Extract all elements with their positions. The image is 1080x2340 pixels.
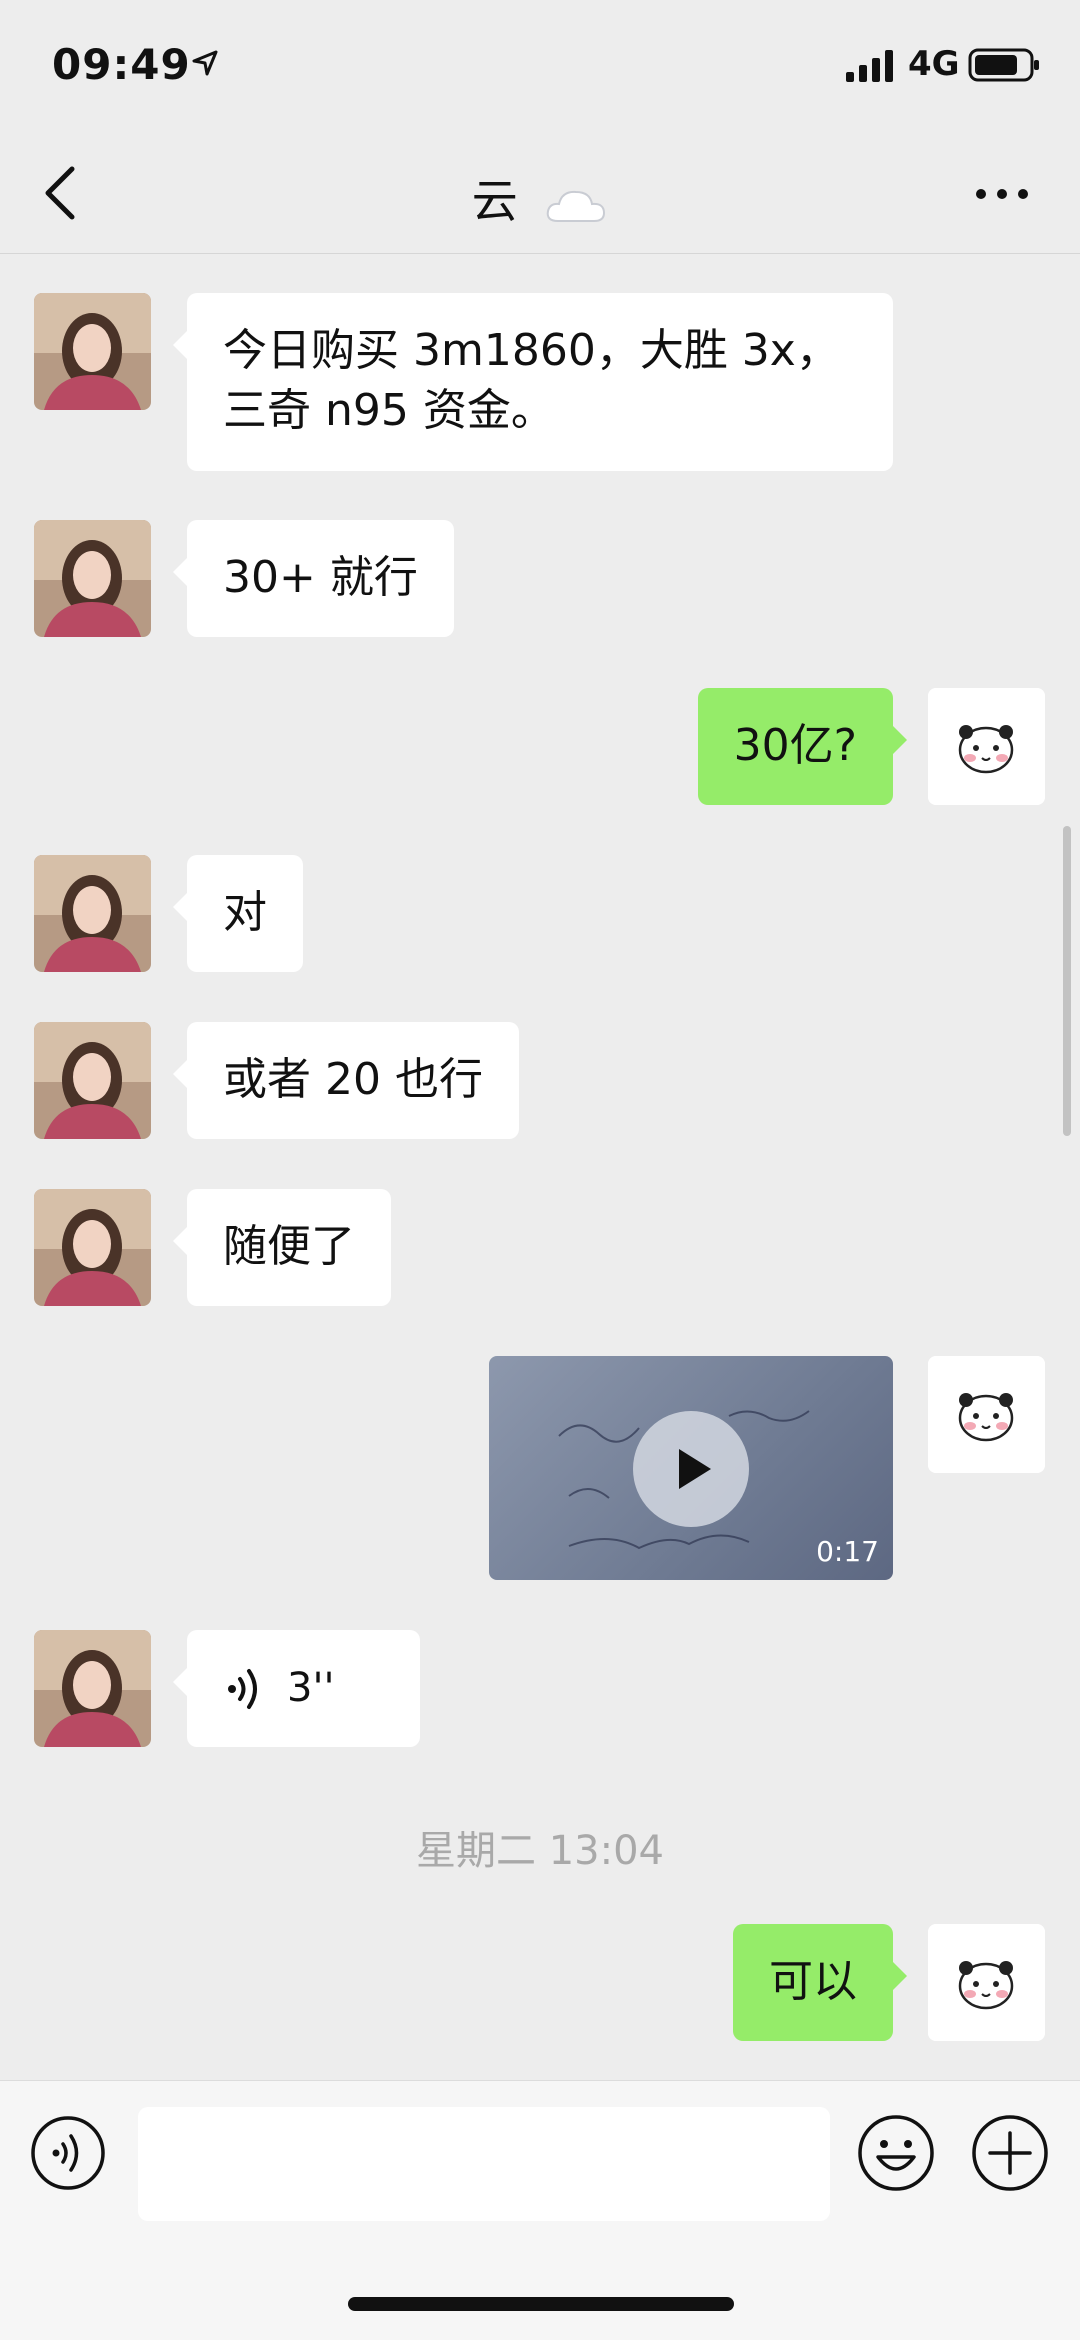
contact-avatar[interactable] <box>34 855 151 972</box>
time-divider: 星期二 13:04 <box>416 1828 664 1874</box>
received-message-bubble[interactable]: 对 <box>173 855 303 972</box>
contact-avatar[interactable] <box>34 1189 151 1306</box>
received-message-bubble[interactable]: 或者 20 也行 <box>173 1022 519 1139</box>
more-dots-icon[interactable] <box>974 187 1030 201</box>
voice-wave-icon <box>228 1669 257 1709</box>
sent-message-bubble[interactable]: 30亿? <box>697 688 908 805</box>
video-message[interactable]: 0:17 <box>489 1356 893 1580</box>
home-indicator[interactable] <box>348 2297 734 2311</box>
scrollbar[interactable] <box>1063 826 1071 1136</box>
received-message-bubble[interactable]: 30+ 就行 <box>173 520 454 637</box>
network-type: 4G <box>908 44 960 84</box>
my-avatar[interactable] <box>928 1356 1045 1473</box>
plus-icon[interactable] <box>970 2113 1050 2193</box>
received-message-bubble[interactable]: 今日购买 3m1860，大胜 3x， 三奇 n95 资金。 <box>173 293 893 471</box>
play-button[interactable] <box>633 1411 749 1527</box>
chat-header: 云 <box>0 135 1080 254</box>
my-avatar[interactable] <box>928 688 1045 805</box>
my-avatar[interactable] <box>928 1924 1045 2041</box>
play-icon <box>679 1449 711 1489</box>
contact-name: 云 <box>471 174 518 228</box>
status-bar: 09:49 4G <box>0 0 1080 135</box>
location-arrow-icon <box>192 50 218 76</box>
contact-avatar[interactable] <box>34 293 151 410</box>
received-message-bubble[interactable]: 随便了 <box>173 1189 391 1306</box>
voice-input-icon[interactable] <box>30 2115 106 2191</box>
contact-avatar[interactable] <box>34 1630 151 1747</box>
contact-avatar[interactable] <box>34 520 151 637</box>
message-input[interactable] <box>138 2107 830 2221</box>
smiley-icon[interactable] <box>856 2113 936 2193</box>
battery-icon <box>968 48 1039 82</box>
cloud-emoji-icon <box>547 190 606 222</box>
sent-message-bubble[interactable]: 可以 <box>733 1924 907 2041</box>
chat-title: 云 <box>0 165 1080 231</box>
voice-message-bubble[interactable]: 3'' <box>173 1630 420 1747</box>
contact-avatar[interactable] <box>34 1022 151 1139</box>
video-duration: 0:17 <box>816 1535 879 1568</box>
input-bar <box>0 2080 1080 2340</box>
status-time: 09:49 <box>52 40 191 89</box>
signal-icon <box>846 50 893 82</box>
voice-duration: 3'' <box>287 1665 335 1711</box>
